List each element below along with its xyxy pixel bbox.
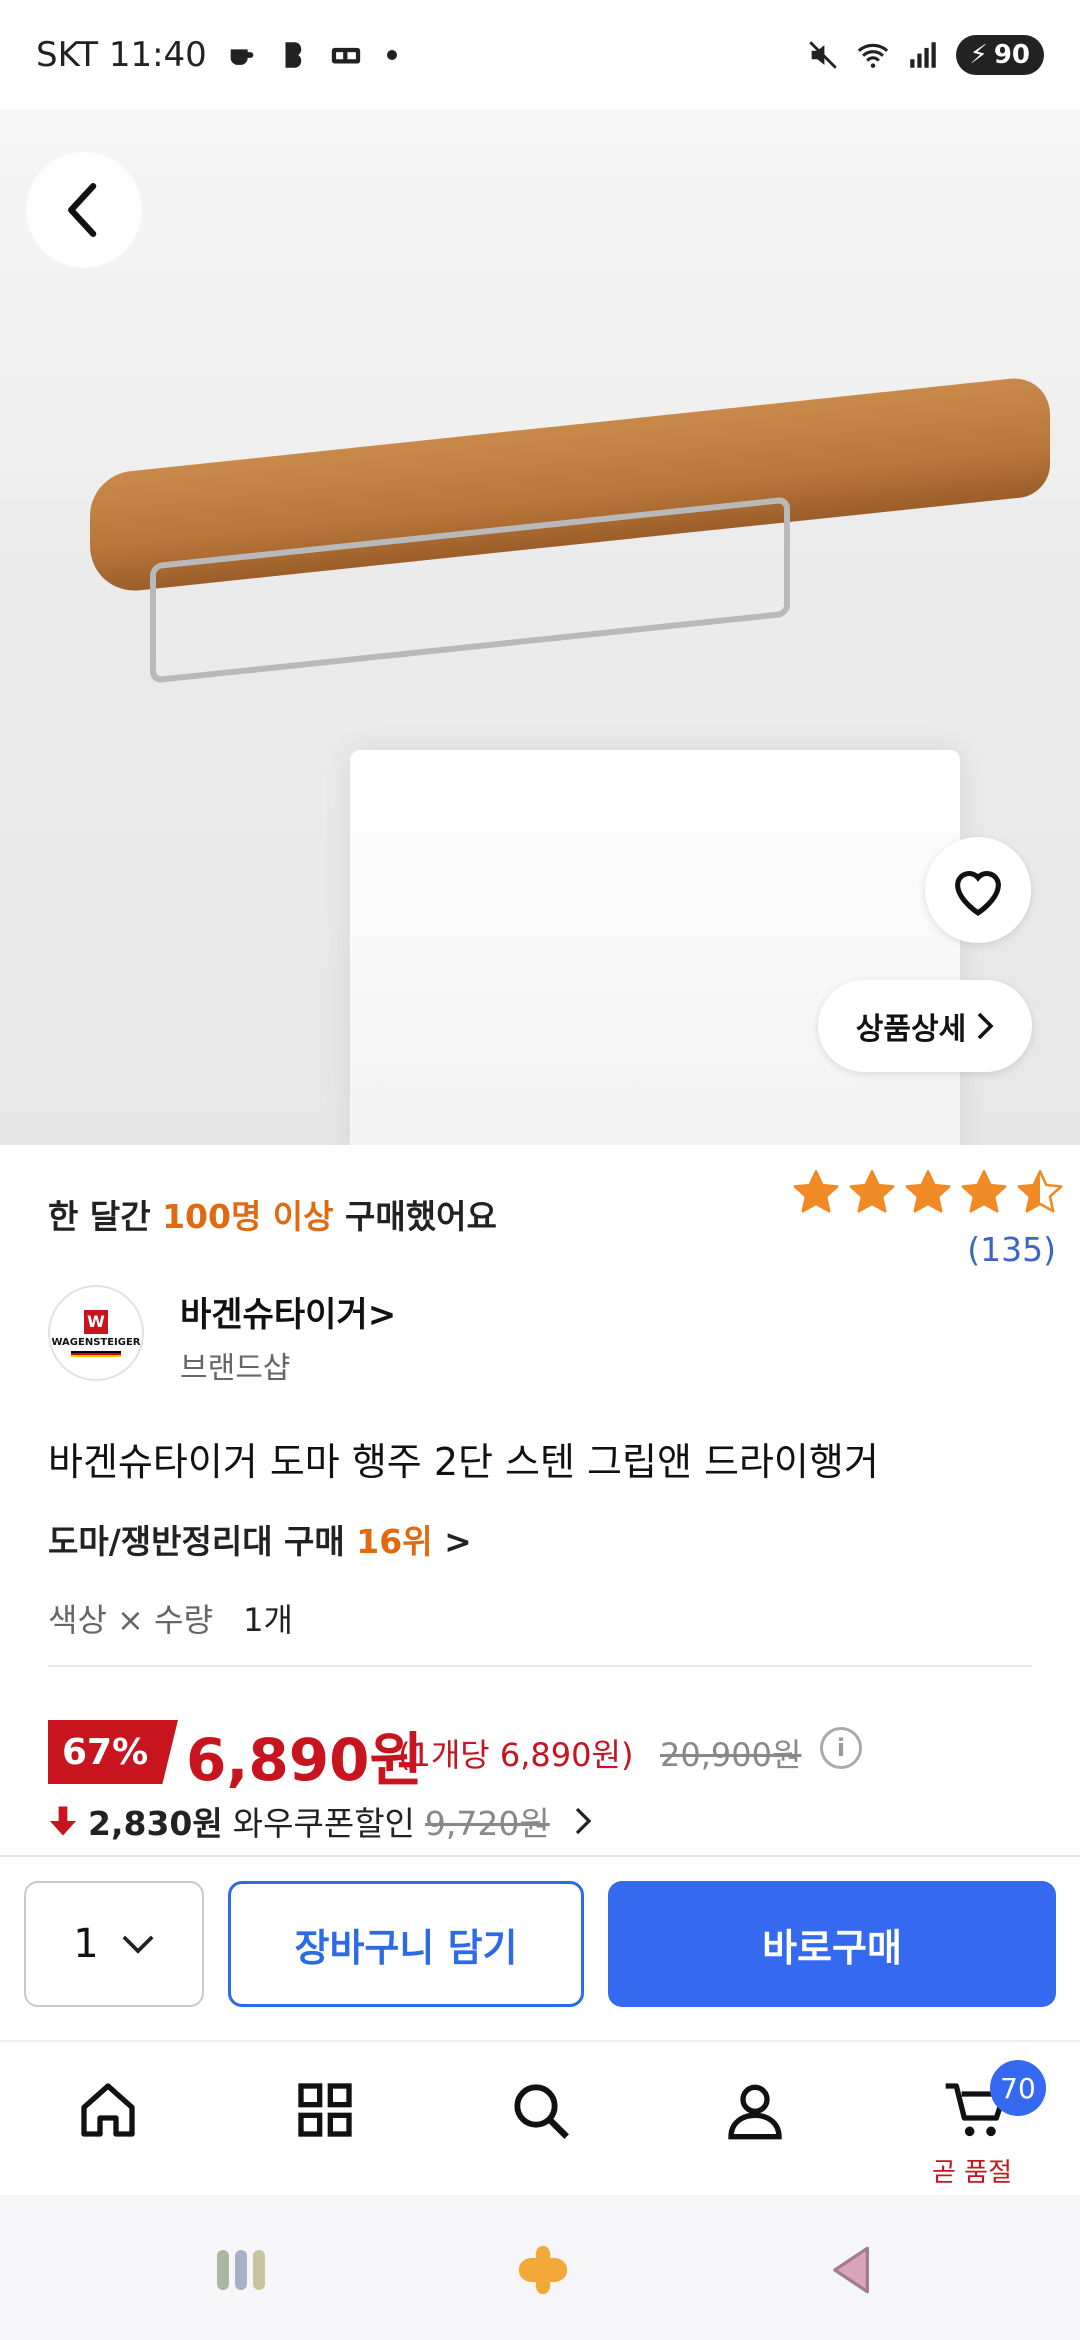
discount-badge: 67% (48, 1720, 178, 1784)
add-to-cart-button[interactable]: 장바구니 담기 (228, 1881, 584, 2007)
product-detail-label: 상품상세 (855, 1012, 967, 1047)
coupon-amount: 2,830원 (88, 1804, 223, 1843)
chevron-down-icon (122, 1935, 154, 1954)
star-icon (793, 1170, 839, 1213)
home-button[interactable] (508, 2235, 578, 2305)
option-label: 색상 × 수량 (48, 1601, 213, 1639)
status-left: SKT 11:40 (36, 35, 397, 75)
chevron-right-icon: > (367, 1295, 397, 1335)
back-nav-button[interactable] (815, 2235, 885, 2305)
wifi-icon (857, 43, 888, 68)
star-icon (961, 1170, 1007, 1213)
coupon-strike-price: 9,720원 (424, 1804, 550, 1843)
heart-icon (955, 871, 1001, 916)
arrow-down-icon (49, 1806, 77, 1836)
brand-logo-text: WAGENSTEIGER (51, 1336, 141, 1348)
bolt-icon: ⚡ (969, 40, 988, 70)
recent-apps-button[interactable] (206, 2235, 276, 2305)
coupon-label: 와우쿠폰할인 (232, 1804, 415, 1843)
cart-count-badge: 70 (990, 2060, 1046, 2116)
buy-now-button[interactable]: 바로구매 (608, 1881, 1056, 2007)
brand-name-link[interactable]: 바겐슈타이거> (180, 1287, 396, 1336)
review-count[interactable]: (135) (967, 1230, 1056, 1269)
sale-price: 6,890원 (186, 1726, 423, 1794)
option-summary[interactable]: 색상 × 수량 1개 (48, 1595, 293, 1641)
purchase-count-text: 한 달간 100명 이상 구매했어요 (48, 1190, 497, 1238)
category-rank-link[interactable]: 도마/쟁반정리대 구매 16위 > (48, 1515, 472, 1563)
chevron-left-icon (68, 183, 97, 237)
coffee-icon (230, 49, 254, 65)
chevron-right-icon (977, 1012, 994, 1040)
news-icon (331, 47, 360, 64)
recent-apps-icon (217, 2250, 265, 2290)
status-right: ⚡ 90 (806, 35, 1044, 75)
brand-logo-mark: W (84, 1309, 108, 1334)
mute-icon (808, 41, 837, 69)
hero-towel-shape (350, 750, 960, 1145)
b-app-icon (285, 42, 302, 68)
option-qty: 1개 (243, 1601, 293, 1639)
divider (48, 1665, 1032, 1667)
unit-price: (1개당 6,890원) (398, 1736, 634, 1774)
brand-shop-label: 브랜드샵 (180, 1351, 291, 1386)
star-icon (905, 1170, 951, 1213)
system-navigation-bar (0, 2195, 1080, 2340)
signal-icon (909, 42, 936, 68)
rank-number: 16위 (356, 1522, 433, 1561)
nav-category[interactable] (285, 2070, 365, 2150)
home-icon (81, 2083, 135, 2137)
home-clover-icon (518, 2245, 568, 2295)
brand-name: 바겐슈타이거 (180, 1295, 368, 1335)
back-button[interactable] (26, 152, 142, 268)
brand-logo[interactable]: W WAGENSTEIGER (48, 1285, 144, 1381)
notification-dot-icon (386, 50, 397, 60)
bottom-navigation: 70 곧 품절 (0, 2040, 1080, 2195)
nav-search[interactable] (500, 2070, 580, 2150)
user-icon (728, 2084, 782, 2140)
battery-indicator: ⚡ 90 (955, 35, 1044, 75)
info-icon[interactable]: i (820, 1727, 862, 1769)
rank-prefix: 도마/쟁반정리대 구매 (48, 1522, 345, 1561)
nav-my-page[interactable] (715, 2070, 795, 2150)
bought-suffix: 구매했어요 (345, 1197, 497, 1236)
search-icon (514, 2084, 569, 2139)
star-icon (1017, 1170, 1063, 1213)
coupon-discount-row[interactable]: 2,830원 와우쿠폰할인 9,720원 (48, 1797, 592, 1845)
nav-home[interactable] (68, 2070, 148, 2150)
carrier-time: SKT 11:40 (36, 35, 207, 75)
back-triangle-icon (833, 2246, 869, 2294)
original-price: 20,900원 (660, 1736, 802, 1774)
quantity-value: 1 (73, 1921, 99, 1967)
product-detail-button[interactable]: 상품상세 (818, 980, 1032, 1072)
status-bar: SKT 11:40 ⚡ 90 (0, 0, 1080, 110)
soldout-label: 곧 품절 (932, 2158, 1013, 2188)
product-title: 바겐슈타이거 도마 행주 2단 스텐 그립앤 드라이행거 (48, 1440, 879, 1484)
purchase-bar: 1 장바구니 담기 바로구매 (0, 1855, 1080, 2040)
wishlist-button[interactable] (925, 837, 1031, 943)
chevron-right-icon: > (444, 1522, 472, 1561)
grid-icon (298, 2083, 352, 2137)
bought-prefix: 한 달간 (48, 1197, 151, 1236)
bought-highlight: 100명 이상 (162, 1197, 334, 1236)
battery-level: 90 (993, 40, 1030, 70)
chevron-right-icon (575, 1807, 592, 1835)
brand-logo-flag (71, 1350, 121, 1357)
rating-stars[interactable] (790, 1167, 1066, 1219)
quantity-select[interactable]: 1 (24, 1881, 204, 2007)
star-icon (849, 1170, 895, 1213)
